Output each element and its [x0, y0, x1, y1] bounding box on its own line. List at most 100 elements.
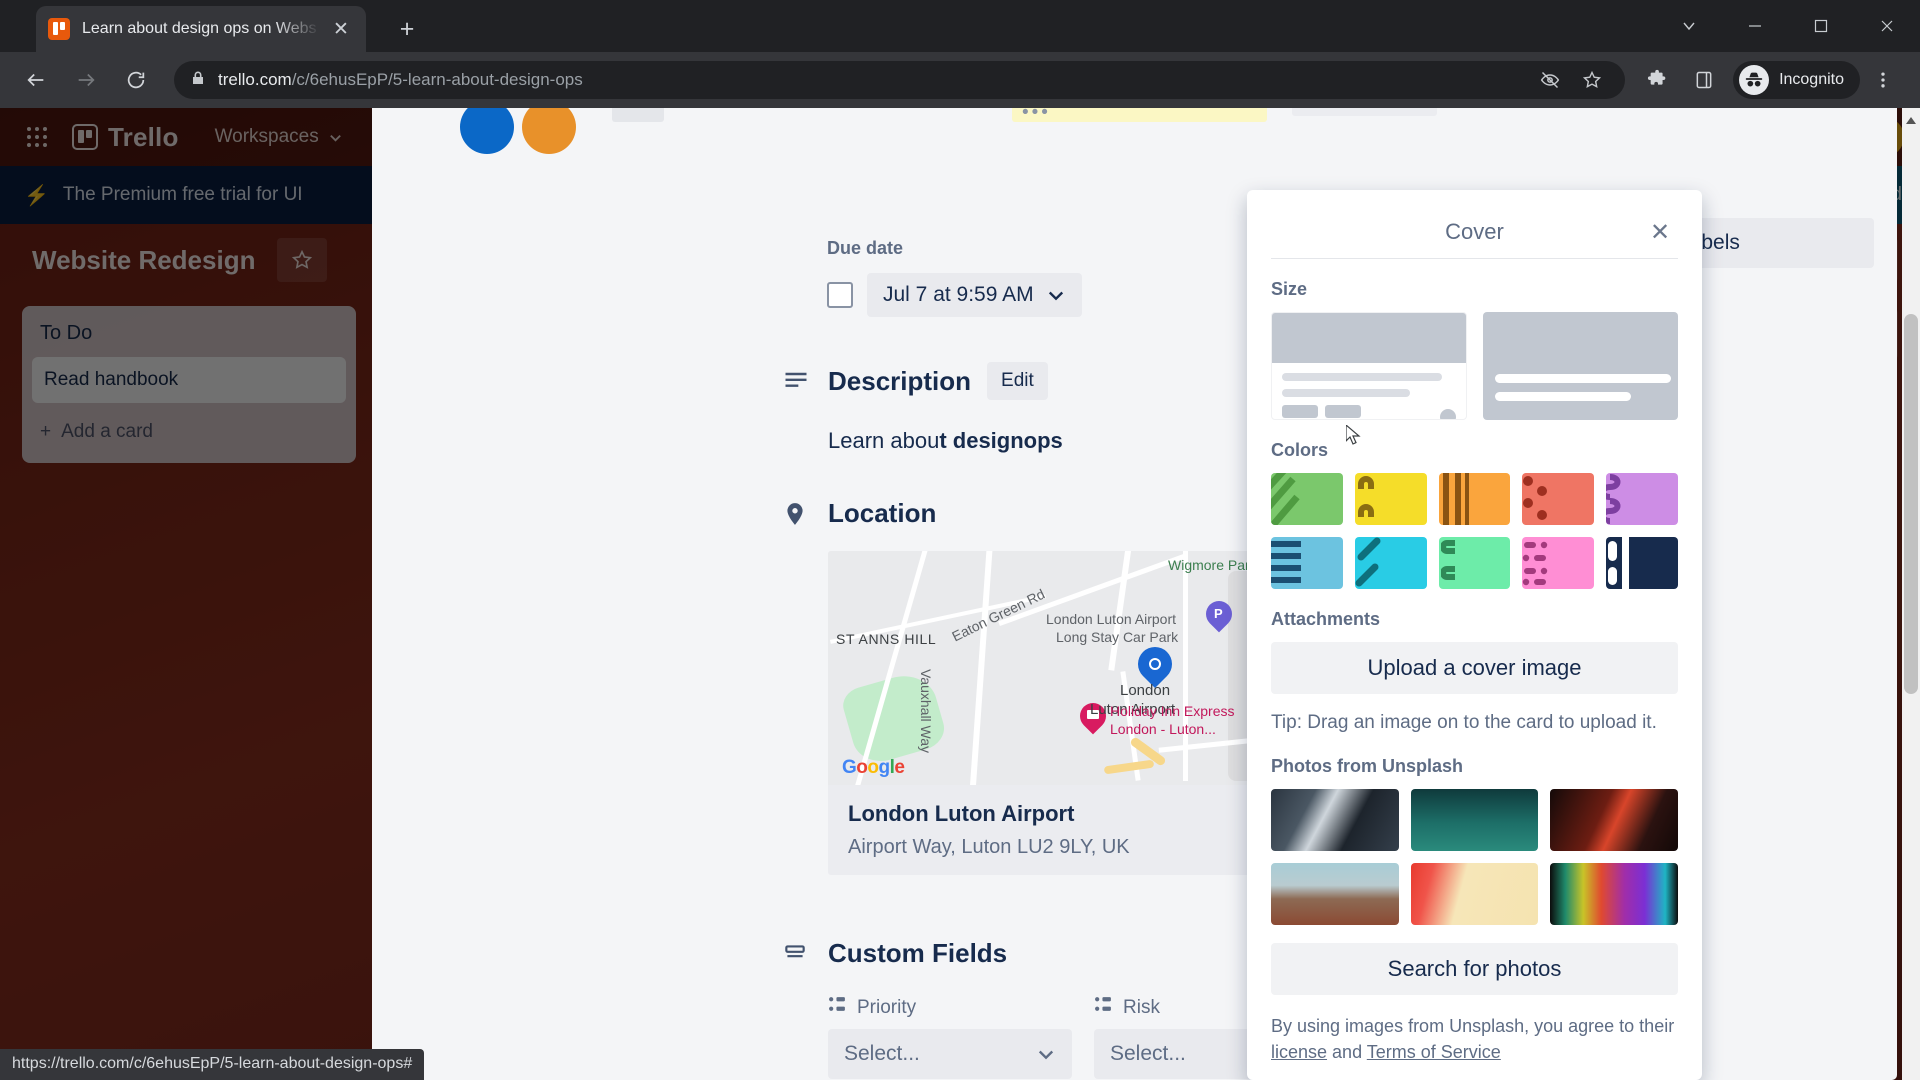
- page-scrollbar[interactable]: [1902, 108, 1920, 1080]
- close-window-icon[interactable]: [1854, 0, 1920, 52]
- card-member-avatar[interactable]: [460, 100, 514, 154]
- incognito-label: Incognito: [1779, 71, 1844, 88]
- unsplash-photo[interactable]: [1410, 863, 1539, 925]
- size-section-label: Size: [1271, 279, 1308, 299]
- back-button[interactable]: [14, 58, 58, 102]
- minimize-window-icon[interactable]: [1722, 0, 1788, 52]
- trello-favicon-icon: [48, 18, 70, 40]
- url-domain: trello.com: [218, 70, 292, 89]
- upload-tip-text: Tip: Drag an image on to the card to upl…: [1271, 712, 1657, 733]
- custom-fields-icon: [782, 941, 812, 967]
- incognito-icon: [1739, 65, 1770, 95]
- cover-color-sky[interactable]: [1354, 537, 1427, 589]
- address-bar[interactable]: trello.com/c/6ehusEpP/5-learn-about-desi…: [174, 61, 1626, 99]
- map-label: London - Luton...: [1110, 721, 1216, 737]
- window-controls: [1656, 0, 1920, 52]
- forward-button[interactable]: [64, 58, 108, 102]
- unsplash-photo[interactable]: [1271, 863, 1399, 925]
- browser-tab[interactable]: Learn about design ops on Webs ✕: [36, 6, 366, 52]
- unsplash-legal-text: By using images from Unsplash, you agree…: [1271, 1013, 1678, 1065]
- cover-popup: Cover ✕ Size Colors Attachments Upload a…: [1247, 190, 1702, 1080]
- custom-field-name: Risk: [1123, 996, 1160, 1018]
- mouse-cursor: [1345, 423, 1362, 447]
- google-watermark: Google: [842, 757, 905, 778]
- custom-field-name: Priority: [857, 996, 917, 1018]
- cover-colors-grid: [1271, 473, 1678, 589]
- due-date-button[interactable]: Jul 7 at 9:59 AM: [867, 273, 1082, 317]
- cover-color-orange[interactable]: [1438, 473, 1511, 525]
- search-for-photos-button[interactable]: Search for photos: [1271, 943, 1678, 995]
- legal-prefix: By using images from Unsplash, you agree…: [1271, 1016, 1675, 1036]
- license-link[interactable]: license: [1271, 1042, 1327, 1062]
- map-label: Long Stay Car Park: [1056, 629, 1179, 645]
- chevron-down-icon: [1048, 291, 1063, 301]
- map-pin-parking[interactable]: P: [1200, 595, 1238, 635]
- unsplash-label: Photos from Unsplash: [1271, 756, 1464, 776]
- unsplash-photo[interactable]: [1410, 789, 1539, 851]
- map-label: Vauxhall Way: [918, 669, 934, 754]
- description-body[interactable]: Learn about designops: [828, 428, 1063, 454]
- card-members-row: [460, 100, 664, 154]
- card-member-avatar[interactable]: [522, 100, 576, 154]
- extensions-icon[interactable]: [1635, 57, 1681, 103]
- cover-color-yellow[interactable]: [1354, 473, 1427, 525]
- cover-color-black[interactable]: [1606, 537, 1678, 589]
- cover-color-lime[interactable]: [1438, 537, 1511, 589]
- size-option-half[interactable]: [1271, 312, 1467, 420]
- cover-color-red[interactable]: [1522, 473, 1595, 525]
- map-label: Eaton Green Rd: [949, 585, 1048, 645]
- cover-color-blue[interactable]: [1271, 537, 1343, 589]
- size-options: [1271, 312, 1678, 420]
- description-edit-button[interactable]: Edit: [987, 362, 1048, 400]
- cover-color-purple[interactable]: [1606, 473, 1678, 525]
- tab-search-icon[interactable]: [1656, 0, 1722, 52]
- maximize-window-icon[interactable]: [1788, 0, 1854, 52]
- map-label: London: [1120, 682, 1171, 699]
- bookmark-star-icon[interactable]: [1575, 63, 1609, 97]
- tracking-protection-icon[interactable]: [1533, 63, 1567, 97]
- upload-cover-image-button[interactable]: Upload a cover image: [1271, 642, 1678, 694]
- description-lines-icon: [782, 367, 812, 395]
- due-date-section: Due date Jul 7 at 9:59 AM: [827, 238, 1082, 317]
- terms-of-service-link[interactable]: Terms of Service: [1367, 1042, 1501, 1062]
- lock-icon: [190, 70, 206, 91]
- divider: [1271, 258, 1678, 259]
- priority-value: Select...: [844, 1042, 920, 1065]
- cover-color-pink[interactable]: [1522, 537, 1595, 589]
- due-date-label: Due date: [827, 238, 904, 258]
- map-label: Wigmore Park: [1168, 557, 1257, 573]
- unsplash-photo[interactable]: [1550, 789, 1678, 851]
- close-icon[interactable]: ✕: [1642, 214, 1678, 250]
- size-option-full[interactable]: [1482, 312, 1678, 420]
- scrollbar-thumb[interactable]: [1904, 314, 1918, 694]
- reload-button[interactable]: [114, 58, 158, 102]
- unsplash-photo[interactable]: [1550, 863, 1678, 925]
- cover-color-green[interactable]: [1271, 473, 1343, 525]
- chrome-menu-icon[interactable]: [1860, 57, 1906, 103]
- map-label: London Luton Airport: [1046, 611, 1176, 627]
- side-panel-icon[interactable]: [1681, 57, 1727, 103]
- description-section: Description Edit Learn about designops: [782, 362, 1063, 454]
- priority-select[interactable]: Select...: [828, 1029, 1072, 1079]
- tab-title: Learn about design ops on Webs: [82, 20, 317, 37]
- map-label: Holiday Inn Express: [1110, 703, 1235, 719]
- list-dots-icon: [828, 995, 847, 1020]
- new-tab-button[interactable]: +: [390, 12, 424, 46]
- browser-tab-strip: Learn about design ops on Webs ✕ +: [0, 0, 1920, 52]
- description-plain: Learn abou: [828, 428, 940, 453]
- due-date-value: Jul 7 at 9:59 AM: [883, 283, 1034, 306]
- attachments-label: Attachments: [1271, 609, 1381, 629]
- map-label: ST ANNS HILL: [836, 631, 937, 647]
- status-bar-url: https://trello.com/c/6ehusEpP/5-learn-ab…: [0, 1049, 425, 1080]
- custom-field-priority: Priority Select...: [828, 995, 1072, 1079]
- unsplash-photo[interactable]: [1271, 789, 1399, 851]
- description-bold: t designops: [939, 428, 1063, 453]
- scroll-up-arrow[interactable]: [1905, 114, 1917, 126]
- description-title: Description: [828, 365, 972, 396]
- due-date-checkbox[interactable]: [827, 282, 853, 308]
- legal-and: and: [1332, 1042, 1363, 1063]
- browser-toolbar: trello.com/c/6ehusEpP/5-learn-about-desi…: [0, 52, 1920, 108]
- close-tab-icon[interactable]: ✕: [328, 16, 354, 42]
- address-bar-url: trello.com/c/6ehusEpP/5-learn-about-desi…: [218, 70, 1525, 90]
- incognito-profile-button[interactable]: Incognito: [1733, 61, 1860, 99]
